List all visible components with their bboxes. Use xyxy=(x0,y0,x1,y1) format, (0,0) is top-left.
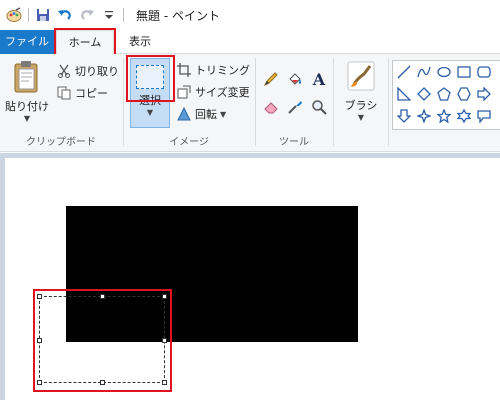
group-tools: A ツール xyxy=(256,54,332,152)
select-dropdown-icon[interactable]: ▼ xyxy=(131,108,169,117)
resize-label: サイズ変更 xyxy=(195,86,250,99)
pencil-icon[interactable] xyxy=(262,70,280,88)
selection-handle[interactable] xyxy=(37,338,42,343)
group-clipboard: 貼り付け ▼ 切り取り コピー クリップボード xyxy=(0,54,122,152)
customize-quick-access-icon[interactable] xyxy=(101,7,117,23)
brush-dropdown-icon[interactable]: ▼ xyxy=(336,113,386,122)
window-title: 無題 - ペイント xyxy=(136,8,220,23)
selection-handle[interactable] xyxy=(162,338,167,343)
select-button[interactable]: 選択 ▼ xyxy=(130,58,170,128)
crop-icon xyxy=(176,62,192,78)
ribbon-tabs: ファイル ホーム 表示 xyxy=(0,30,500,55)
selection-rectangle[interactable] xyxy=(39,296,165,383)
tools-group-label: ツール xyxy=(279,137,309,148)
select-rectangle-icon xyxy=(136,65,164,89)
color-picker-icon[interactable] xyxy=(286,98,304,116)
clipboard-group-label: クリップボード xyxy=(26,137,96,148)
tab-view[interactable]: 表示 xyxy=(120,30,160,54)
divider xyxy=(388,58,389,146)
down-arrow-shape-icon[interactable] xyxy=(395,107,413,125)
rotate-label: 回転 xyxy=(195,108,217,121)
paste-icon xyxy=(14,61,38,93)
selection-handle[interactable] xyxy=(100,294,105,299)
polygon-shape-icon[interactable] xyxy=(395,85,413,103)
save-icon[interactable] xyxy=(35,7,51,23)
crop-button[interactable]: トリミング xyxy=(176,61,250,79)
fill-bucket-icon[interactable] xyxy=(286,70,304,88)
selection-handle[interactable] xyxy=(100,380,105,385)
brush-button[interactable]: ブラシ ▼ xyxy=(336,60,386,122)
tab-home[interactable]: ホーム xyxy=(56,30,114,55)
diamond-shape-icon[interactable] xyxy=(415,85,433,103)
text-tool-icon[interactable]: A xyxy=(310,69,328,89)
divider xyxy=(123,8,124,22)
oval-shape-icon[interactable] xyxy=(435,63,453,81)
cut-button[interactable]: 切り取り xyxy=(56,62,119,80)
five-point-star-shape-icon[interactable] xyxy=(435,107,453,125)
copy-button[interactable]: コピー xyxy=(56,84,108,102)
resize-icon xyxy=(176,84,192,100)
selection-handle[interactable] xyxy=(162,294,167,299)
divider xyxy=(333,58,334,146)
resize-button[interactable]: サイズ変更 xyxy=(176,83,250,101)
paste-dropdown-icon[interactable]: ▼ xyxy=(4,114,50,123)
six-point-star-shape-icon[interactable] xyxy=(455,107,473,125)
paint-app-icon[interactable] xyxy=(6,7,22,23)
scissors-icon xyxy=(56,63,72,79)
pentagon-shape-icon[interactable] xyxy=(435,85,453,103)
eraser-icon[interactable] xyxy=(262,98,280,116)
rotate-icon xyxy=(176,106,192,122)
right-arrow-shape-icon[interactable] xyxy=(475,85,493,103)
brush-label: ブラシ xyxy=(344,99,378,112)
copy-icon xyxy=(56,85,72,101)
paste-button[interactable]: 貼り付け ▼ xyxy=(4,60,50,123)
paste-label: 貼り付け xyxy=(5,100,49,113)
brush-icon xyxy=(347,61,375,91)
rotate-button[interactable]: 回転 ▼ xyxy=(176,105,226,123)
selection-handle[interactable] xyxy=(37,380,42,385)
callout-shape-icon[interactable] xyxy=(475,107,493,125)
selection-handle[interactable] xyxy=(162,380,167,385)
curve-shape-icon[interactable] xyxy=(415,63,433,81)
redo-icon[interactable] xyxy=(79,7,95,23)
crop-label: トリミング xyxy=(195,64,250,77)
selection-handle[interactable] xyxy=(37,294,42,299)
select-label: 選択 xyxy=(139,94,161,107)
tab-file[interactable]: ファイル xyxy=(0,30,54,54)
copy-label: コピー xyxy=(75,87,108,100)
undo-icon[interactable] xyxy=(57,7,73,23)
four-point-star-shape-icon[interactable] xyxy=(415,107,433,125)
hexagon-shape-icon[interactable] xyxy=(455,85,473,103)
shapes-gallery xyxy=(392,60,500,130)
group-image: 選択 ▼ トリミング サイズ変更 回転 ▼ イメージ xyxy=(124,54,254,152)
rectangle-shape-icon[interactable] xyxy=(455,63,473,81)
rounded-rectangle-shape-icon[interactable] xyxy=(475,63,493,81)
rotate-dropdown-icon[interactable]: ▼ xyxy=(220,110,226,119)
line-shape-icon[interactable] xyxy=(395,63,413,81)
magnifier-icon[interactable] xyxy=(310,98,328,116)
divider xyxy=(28,8,29,22)
cut-label: 切り取り xyxy=(75,65,119,78)
ribbon: 貼り付け ▼ 切り取り コピー クリップボード 選択 ▼ トリミング サイズ変更… xyxy=(0,54,500,152)
title-bar: 無題 - ペイント xyxy=(0,0,500,30)
image-group-label: イメージ xyxy=(169,137,209,148)
text-tool-glyph: A xyxy=(312,69,326,89)
